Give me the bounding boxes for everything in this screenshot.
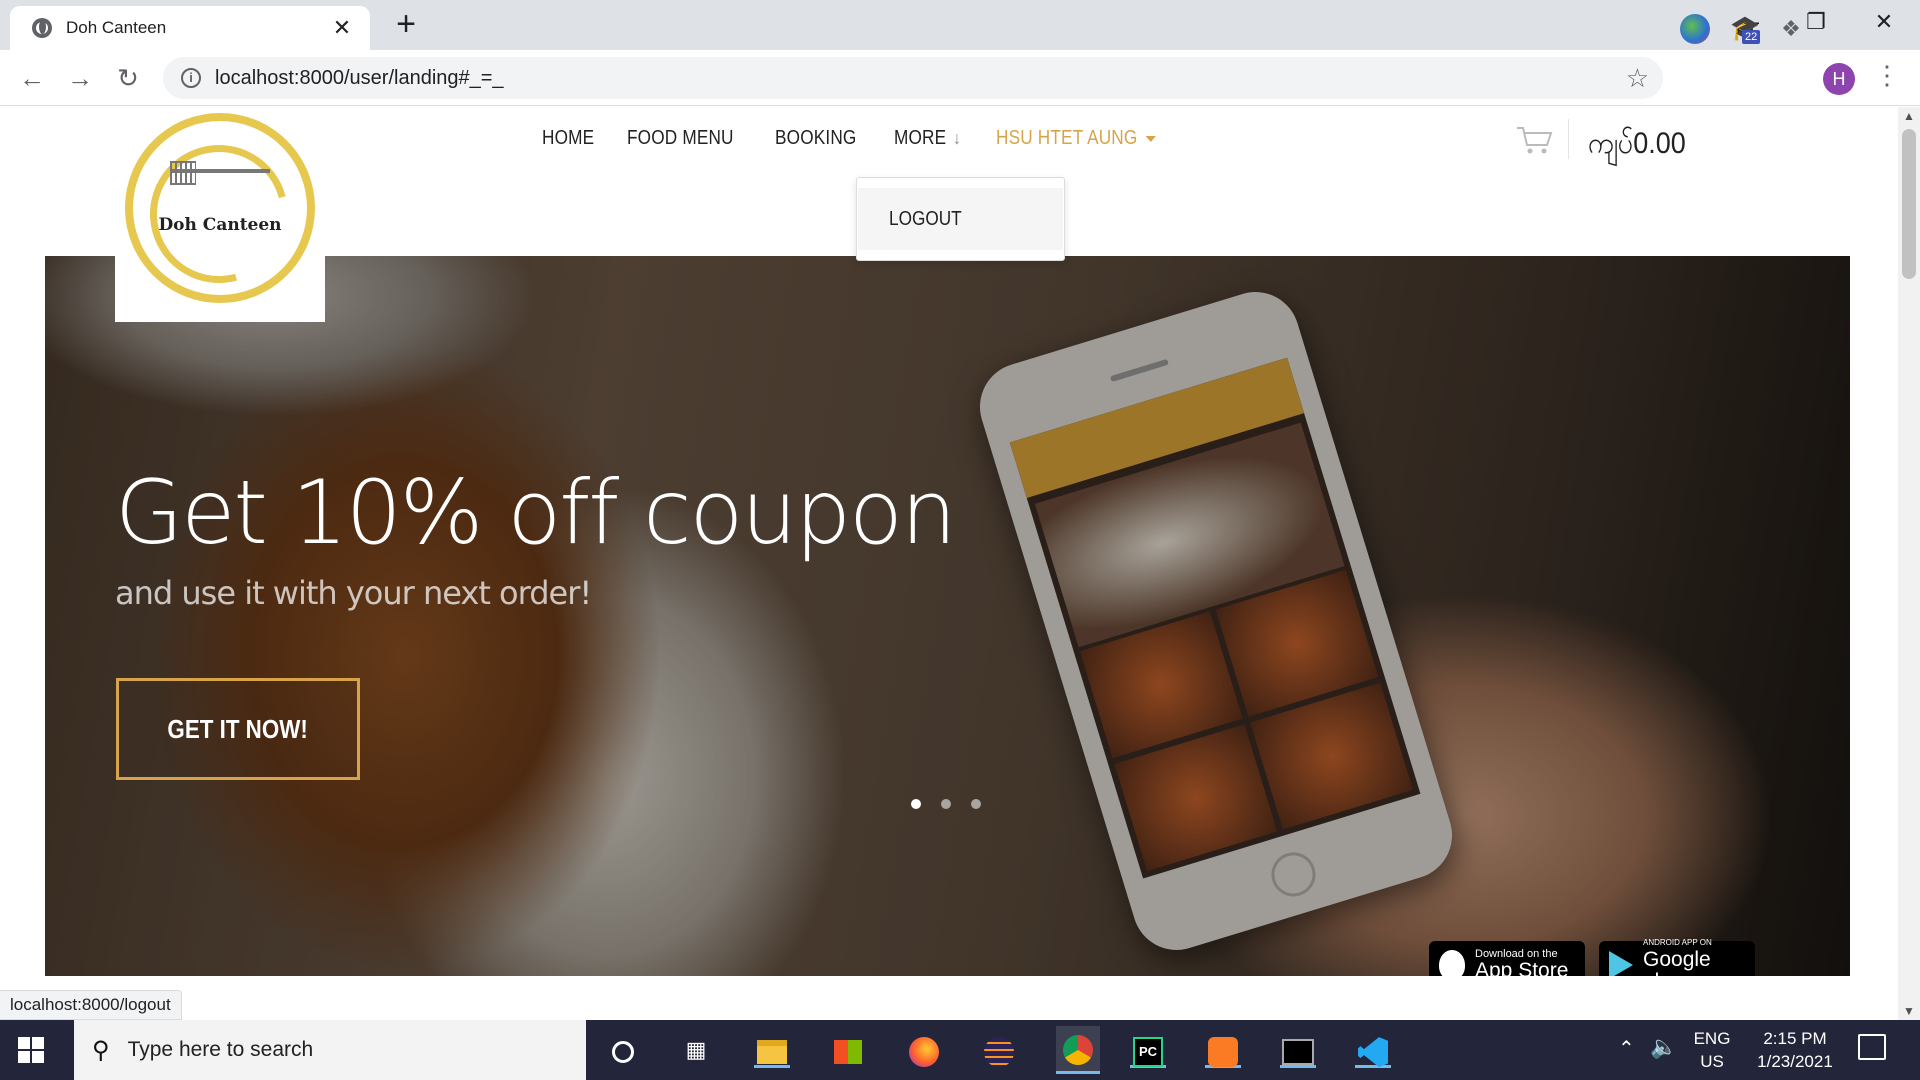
notification-icon[interactable] [1858,1034,1886,1060]
new-tab-button[interactable]: + [388,6,424,42]
browser-tab[interactable]: Doh Canteen ✕ [10,6,370,50]
language-code: ENG [1693,1029,1731,1048]
pycharm-icon[interactable]: PC [1130,1032,1166,1068]
address-bar[interactable]: i localhost:8000/user/landing#_=_ ☆ [163,57,1663,99]
cart-icon[interactable] [1516,125,1554,155]
firefox-icon[interactable] [906,1032,942,1068]
clock-date: 1/23/2021 [1757,1052,1833,1071]
carousel-dot[interactable] [911,799,921,809]
windows-taskbar: ⚲ Type here to search ▦ PC ⌃ 🔈 ENG US 2:… [0,1020,1920,1080]
language-indicator[interactable]: ENG US [1692,1027,1732,1073]
status-bar-url: localhost:8000/logout [0,990,182,1020]
arrow-down-icon: ↓ [952,128,961,148]
nav-more[interactable]: MORE ↓ [894,127,961,150]
tab-close-icon[interactable]: ✕ [330,15,354,41]
hero-overlay [45,256,1850,976]
search-icon: ⚲ [92,1036,110,1064]
hero-title: Get 10% off coupon [115,461,957,564]
extension-graduation-cap-icon[interactable]: 🎓 22 [1730,14,1761,44]
keyboard-region: US [1700,1052,1724,1071]
get-it-now-button[interactable]: GET IT NOW! [116,678,360,780]
app-store-large: App Store [1475,959,1569,977]
cortana-icon[interactable] [605,1032,641,1068]
task-view-icon[interactable]: ▦ [678,1032,714,1068]
hero-subtitle: and use it with your next order! [115,574,592,612]
app-store-badge[interactable]: Download on the App Store [1429,941,1585,976]
xampp-icon[interactable] [1205,1032,1241,1068]
google-play-badge[interactable]: ANDROID APP ON Google play [1599,938,1755,977]
user-dropdown: LOGOUT [856,177,1065,261]
site-info-icon[interactable]: i [181,68,201,88]
profile-avatar[interactable]: H [1823,63,1855,95]
logo-text: Doh Canteen [158,215,282,235]
carousel-dot[interactable] [971,799,981,809]
taskbar-search-placeholder: Type here to search [127,1038,314,1061]
windows-start-icon[interactable] [18,1037,44,1063]
fork-icon [170,161,270,185]
scroll-thumb[interactable] [1902,129,1916,279]
logout-label: LOGOUT [889,208,962,230]
extension-globe-icon[interactable] [1680,14,1710,44]
taskbar-search[interactable]: ⚲ Type here to search [74,1020,586,1080]
volume-icon[interactable]: 🔈 [1650,1034,1677,1060]
back-button[interactable]: ← [14,60,50,96]
browser-menu-icon[interactable]: ⋮ [1874,60,1900,91]
extension-badge: 22 [1742,30,1761,44]
extensions-puzzle-icon[interactable]: ❖ [1776,14,1806,44]
nav-booking[interactable]: BOOKING [775,127,856,150]
chrome-icon[interactable] [1056,1026,1100,1074]
carousel-indicators [911,799,981,809]
nav-home[interactable]: HOME [542,127,594,150]
google-play-large: Google play [1643,948,1711,977]
logout-link[interactable]: LOGOUT [858,188,1063,250]
url-text[interactable]: localhost:8000/user/landing#_=_ [215,67,1626,90]
cta-label: GET IT NOW! [167,714,309,744]
nav-food-menu[interactable]: FOOD MENU [627,127,734,150]
nav-more-label: MORE [893,127,946,149]
clock-time: 2:15 PM [1763,1029,1827,1048]
carousel-dot[interactable] [941,799,951,809]
page-scrollbar[interactable]: ▲ ▼ [1898,107,1920,1020]
file-explorer-icon[interactable] [754,1032,790,1068]
cart-divider [1568,119,1569,159]
bookmark-star-icon[interactable]: ☆ [1626,63,1649,94]
tab-title: Doh Canteen [66,18,167,37]
caret-down-icon [1145,135,1156,142]
microsoft-store-icon[interactable] [830,1032,866,1068]
user-name: HSU HTET AUNG [995,127,1138,149]
scroll-down-icon[interactable]: ▼ [1898,1004,1920,1018]
hero-carousel[interactable]: Get 10% off coupon and use it with your … [45,256,1850,976]
page-viewport: Doh Canteen HOME FOOD MENU BOOKING MORE ↓… [0,107,1898,1020]
terminal-icon[interactable] [1280,1032,1316,1068]
browser-toolbar: ← → ↻ i localhost:8000/user/landing#_=_ … [0,50,1920,106]
main-nav: HOME FOOD MENU BOOKING MORE ↓ HSU HTET AU… [542,127,1182,150]
pycharm-label: PC [1133,1037,1163,1068]
tray-chevron-up-icon[interactable]: ⌃ [1618,1036,1635,1061]
scroll-up-icon[interactable]: ▲ [1898,109,1920,123]
globe-icon [32,18,52,38]
eclipse-icon[interactable] [981,1032,1017,1068]
site-logo[interactable]: Doh Canteen [115,107,325,322]
browser-tabbar: Doh Canteen ✕ + — ❐ ✕ [0,0,1920,50]
vscode-icon[interactable] [1355,1032,1391,1068]
apple-icon [1439,950,1465,976]
reload-button[interactable]: ↻ [110,60,146,96]
forward-button[interactable]: → [62,60,98,96]
cart-total[interactable]: ကျပ်0.00 [1588,123,1686,168]
clock[interactable]: 2:15 PM 1/23/2021 [1742,1027,1848,1073]
google-play-icon [1609,951,1633,976]
nav-user-menu[interactable]: HSU HTET AUNG [996,127,1156,150]
window-close-button[interactable]: ✕ [1854,6,1914,38]
